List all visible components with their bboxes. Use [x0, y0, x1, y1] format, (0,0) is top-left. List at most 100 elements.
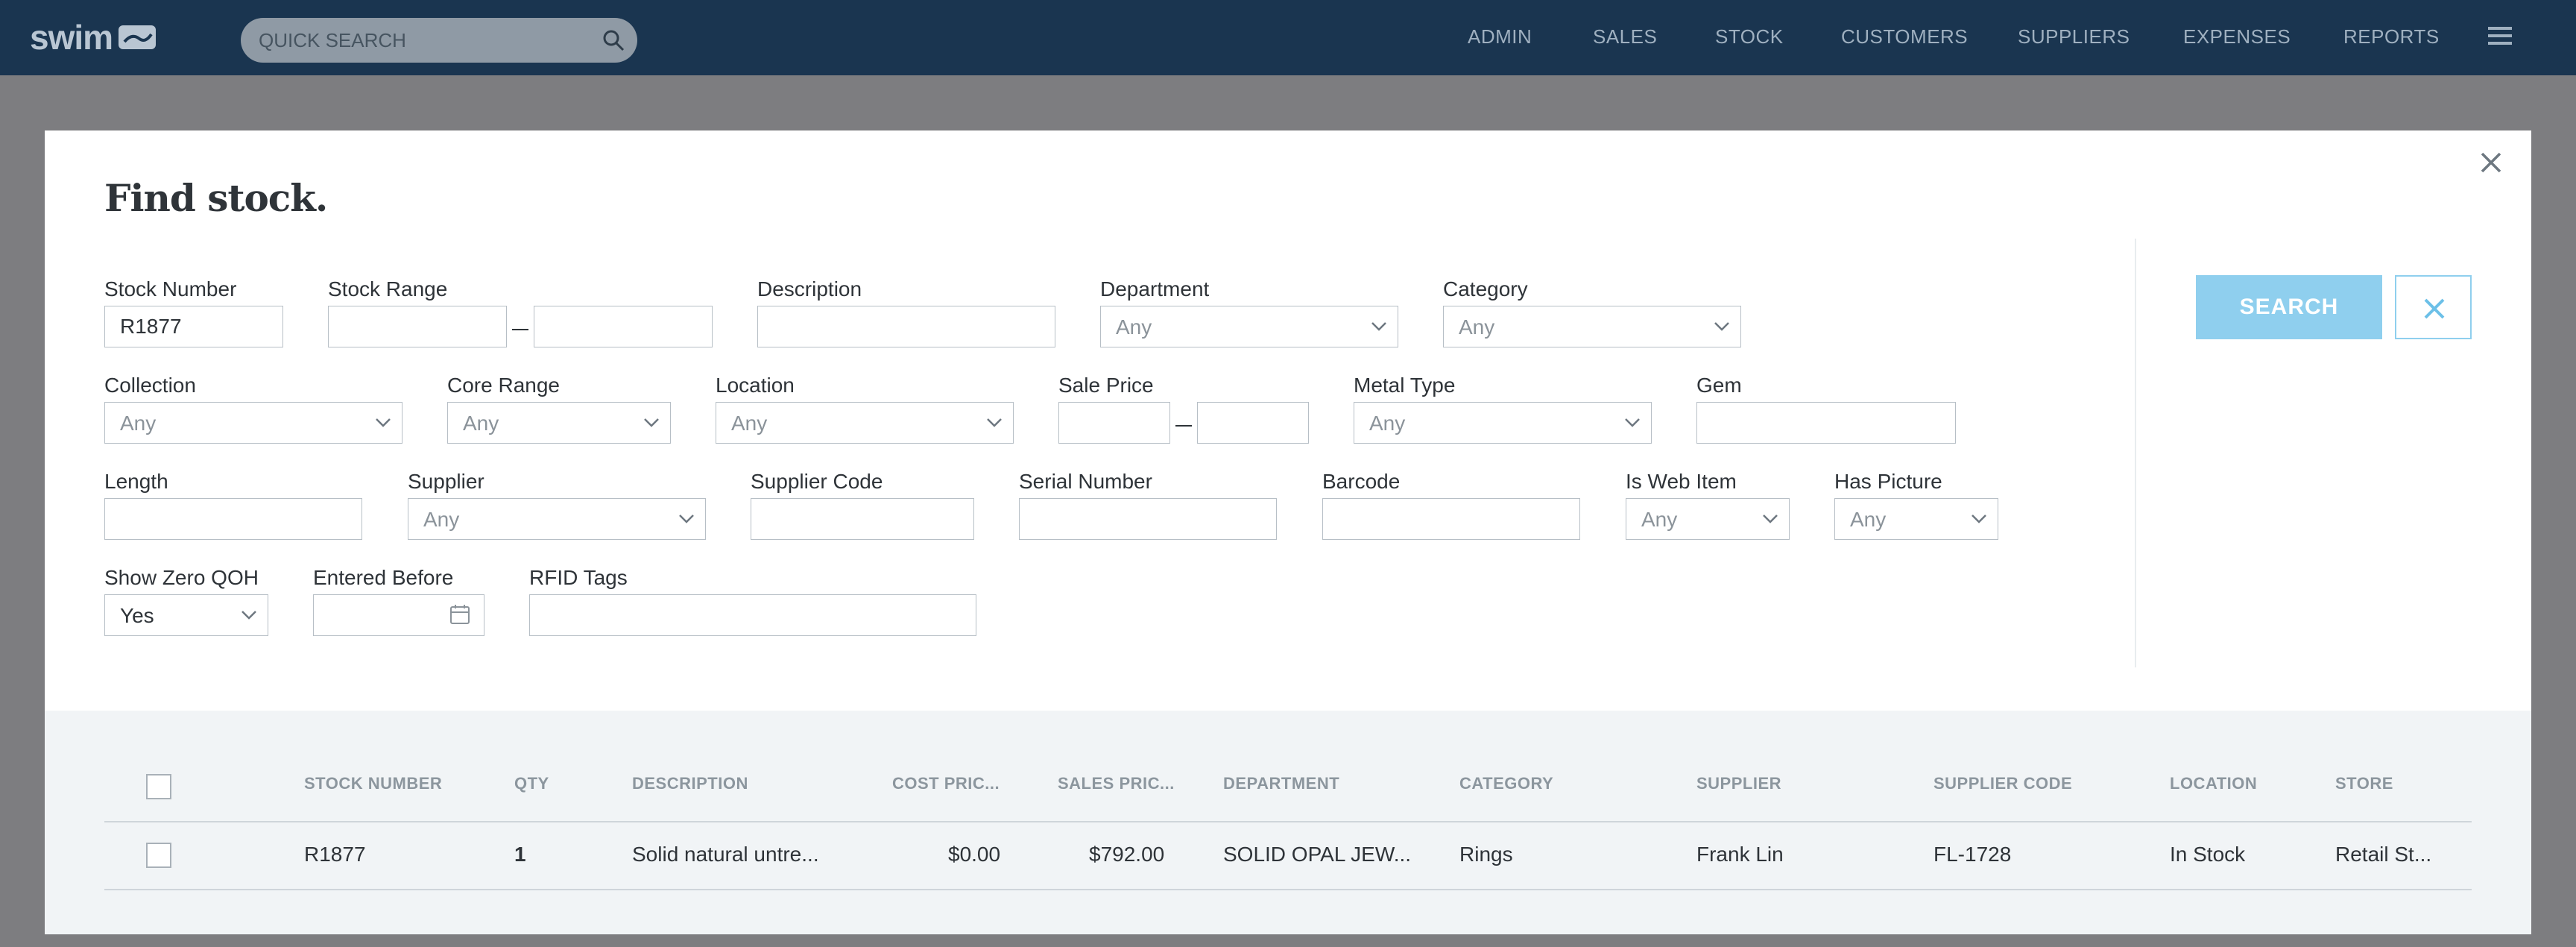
nav-customers[interactable]: CUSTOMERS: [1841, 25, 1968, 48]
length-input[interactable]: [105, 499, 362, 539]
chevron-down-icon: [1371, 322, 1386, 331]
rfid-tags-field[interactable]: [529, 594, 976, 636]
sale-price-to-input[interactable]: [1198, 403, 1308, 443]
cell-qty: 1: [514, 843, 526, 866]
col-qty[interactable]: QTY: [514, 774, 549, 793]
gem-input[interactable]: [1697, 403, 1955, 443]
chevron-down-icon: [679, 515, 694, 523]
nav-sales[interactable]: SALES: [1593, 25, 1657, 48]
barcode-input[interactable]: [1323, 499, 1579, 539]
stock-range-from-input[interactable]: [329, 306, 506, 347]
cell-supplier: Frank Lin: [1696, 843, 1784, 866]
supplier-value: Any: [423, 508, 460, 531]
stock-number-label: Stock Number: [104, 277, 237, 301]
serial-number-label: Serial Number: [1019, 470, 1152, 493]
nav-expenses[interactable]: EXPENSES: [2183, 25, 2291, 48]
core-range-select[interactable]: Any: [447, 402, 671, 444]
gem-field[interactable]: [1696, 402, 1956, 444]
length-label: Length: [104, 470, 168, 493]
quick-search[interactable]: [241, 18, 637, 63]
logo-text: swim: [30, 18, 113, 57]
chevron-down-icon: [987, 418, 1002, 427]
col-category[interactable]: CATEGORY: [1459, 774, 1553, 793]
col-supplier[interactable]: SUPPLIER: [1696, 774, 1781, 793]
description-field[interactable]: [757, 306, 1055, 347]
cell-location: In Stock: [2170, 843, 2246, 866]
description-input[interactable]: [758, 306, 1055, 347]
stock-range-to-input[interactable]: [534, 306, 712, 347]
vertical-divider: [2135, 239, 2136, 667]
location-value: Any: [731, 412, 768, 435]
show-zero-qoh-select[interactable]: Yes: [104, 594, 268, 636]
col-location[interactable]: LOCATION: [2170, 774, 2257, 793]
stock-number-field[interactable]: [104, 306, 283, 347]
barcode-field[interactable]: [1322, 498, 1580, 540]
sale-price-from-input[interactable]: [1059, 403, 1169, 443]
chevron-down-icon: [1763, 515, 1778, 523]
sale-price-to-field[interactable]: [1197, 402, 1309, 444]
supplier-code-field[interactable]: [751, 498, 974, 540]
col-sales-price[interactable]: SALES PRIC...: [1058, 774, 1175, 793]
chevron-down-icon: [242, 611, 256, 620]
department-select[interactable]: Any: [1100, 306, 1398, 347]
col-stock-number[interactable]: STOCK NUMBER: [304, 774, 442, 793]
range-separator: [1175, 425, 1192, 427]
has-picture-select[interactable]: Any: [1834, 498, 1998, 540]
is-web-item-select[interactable]: Any: [1626, 498, 1790, 540]
calendar-icon[interactable]: [449, 604, 470, 625]
chevron-down-icon: [1972, 515, 1986, 523]
metal-type-label: Metal Type: [1354, 374, 1456, 397]
metal-type-select[interactable]: Any: [1354, 402, 1652, 444]
range-separator: [512, 329, 528, 330]
collection-select[interactable]: Any: [104, 402, 402, 444]
serial-number-field[interactable]: [1019, 498, 1277, 540]
close-icon[interactable]: [2478, 149, 2504, 176]
supplier-code-input[interactable]: [751, 499, 973, 539]
cell-store: Retail St...: [2335, 843, 2432, 866]
core-range-label: Core Range: [447, 374, 560, 397]
is-web-item-label: Is Web Item: [1626, 470, 1737, 493]
serial-number-input[interactable]: [1020, 499, 1276, 539]
supplier-label: Supplier: [408, 470, 484, 493]
clear-button[interactable]: [2395, 275, 2472, 339]
location-select[interactable]: Any: [716, 402, 1014, 444]
table-header-divider: [104, 821, 2472, 822]
category-label: Category: [1443, 277, 1528, 301]
length-field[interactable]: [104, 498, 362, 540]
col-department[interactable]: DEPARTMENT: [1223, 774, 1339, 793]
search-icon[interactable]: [602, 28, 625, 52]
rfid-tags-label: RFID Tags: [529, 566, 628, 589]
nav-reports[interactable]: REPORTS: [2343, 25, 2440, 48]
menu-icon[interactable]: [2487, 24, 2513, 48]
row-checkbox[interactable]: [146, 843, 171, 868]
quick-search-input[interactable]: [259, 18, 587, 63]
search-button[interactable]: SEARCH: [2196, 275, 2382, 339]
results-panel: [45, 711, 2531, 934]
supplier-code-label: Supplier Code: [751, 470, 883, 493]
location-label: Location: [716, 374, 795, 397]
category-select[interactable]: Any: [1443, 306, 1741, 347]
chevron-down-icon: [376, 418, 391, 427]
col-store[interactable]: STORE: [2335, 774, 2393, 793]
nav-suppliers[interactable]: SUPPLIERS: [2018, 25, 2130, 48]
nav-admin[interactable]: ADMIN: [1468, 25, 1532, 48]
stock-range-to-field[interactable]: [534, 306, 713, 347]
nav-stock[interactable]: STOCK: [1715, 25, 1784, 48]
col-supplier-code[interactable]: SUPPLIER CODE: [1933, 774, 2072, 793]
logo-mark-icon: [119, 25, 157, 49]
has-picture-label: Has Picture: [1834, 470, 1942, 493]
col-description[interactable]: DESCRIPTION: [632, 774, 748, 793]
cell-description: Solid natural untre...: [632, 843, 819, 866]
entered-before-field[interactable]: [313, 594, 484, 636]
col-cost-price[interactable]: COST PRIC...: [892, 774, 1000, 793]
chevron-down-icon: [644, 418, 659, 427]
stock-number-input[interactable]: [105, 306, 282, 347]
sale-price-from-field[interactable]: [1058, 402, 1170, 444]
stock-range-from-field[interactable]: [328, 306, 507, 347]
collection-label: Collection: [104, 374, 196, 397]
cell-stock-number[interactable]: R1877: [304, 843, 366, 866]
rfid-tags-input[interactable]: [530, 595, 976, 635]
app-logo[interactable]: swim: [30, 16, 157, 58]
supplier-select[interactable]: Any: [408, 498, 706, 540]
select-all-checkbox[interactable]: [146, 774, 171, 799]
